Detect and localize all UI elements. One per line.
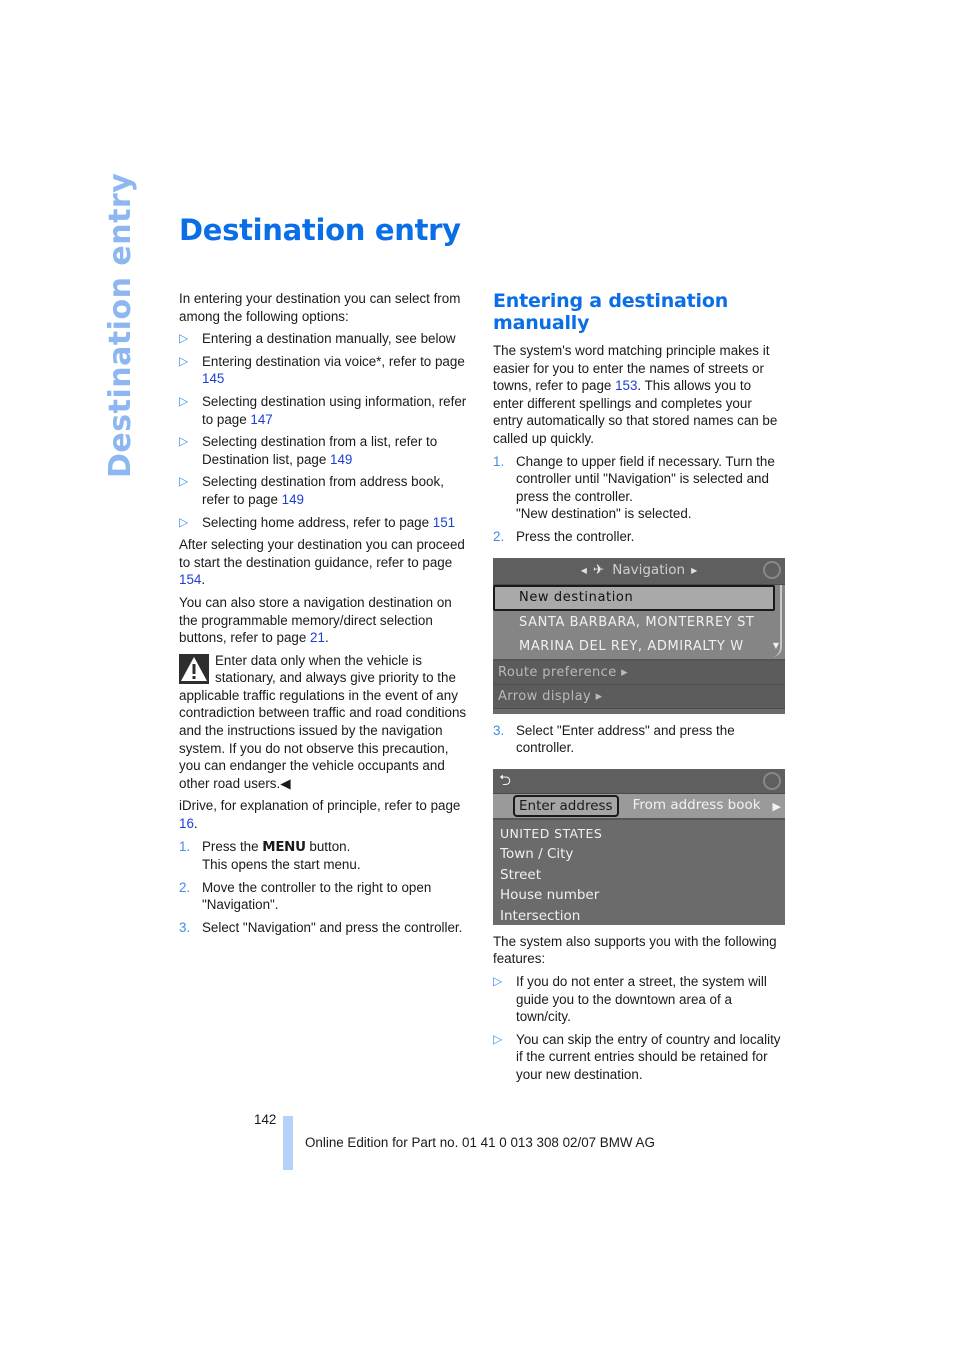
menu-item-recent-destination[interactable]: MARINA DEL REY, ADMIRALTY W xyxy=(493,635,785,659)
bullet-triangle-icon: ▷ xyxy=(493,1031,503,1046)
page-link[interactable]: 153 xyxy=(615,378,637,393)
menu-item-new-destination[interactable]: New destination xyxy=(493,584,775,611)
step-item: 1. Change to upper field if necessary. Tu… xyxy=(493,453,775,522)
address-field-list: UNITED STATES Town / City Street House n… xyxy=(493,820,785,927)
menu-item-recent-destination[interactable]: SANTA BARBARA, MONTERREY ST xyxy=(493,611,785,635)
menu-item-arrow-display[interactable]: Arrow display ▸ xyxy=(493,684,785,709)
menu-button-label: MENU xyxy=(262,839,306,855)
bullet-triangle-icon: ▷ xyxy=(179,331,189,346)
left-column: In entering your destination you can sel… xyxy=(179,290,471,942)
field-town-city[interactable]: Town / City xyxy=(500,844,785,865)
end-mark: ◀ xyxy=(280,775,291,791)
field-intersection[interactable]: Intersection xyxy=(500,906,785,927)
page-link[interactable]: 149 xyxy=(282,492,304,507)
option-item: ▷ Entering destination via voice*, refer … xyxy=(179,353,465,387)
side-section-tab: Destination entry xyxy=(103,172,138,478)
tab-bar: Enter address From address book ▶ xyxy=(493,793,785,820)
warning-note: Enter data only when the vehicle is stat… xyxy=(179,652,467,791)
satellite-icon: ✈ xyxy=(592,561,605,578)
screen-header: ⮌ xyxy=(493,768,785,794)
field-street[interactable]: Street xyxy=(500,865,785,886)
feature-item: ▷ You can skip the entry of country and l… xyxy=(493,1031,781,1082)
navigation-screen: ◀ ✈ Navigation ▶ New destination SANTA B… xyxy=(493,557,785,714)
footer-edition: Online Edition for Part no. 01 41 0 013 … xyxy=(305,1135,655,1150)
page-link[interactable]: 151 xyxy=(433,515,455,530)
guidance-paragraph: After selecting your destination you can… xyxy=(179,537,465,588)
step-item: 2. Move the controller to the right to op… xyxy=(179,879,432,913)
step-item: 3. Select "Navigation" and press the cont… xyxy=(179,920,463,935)
idrive-paragraph: iDrive, for explanation of principle, re… xyxy=(179,798,461,832)
option-item: ▷ Selecting destination from address book… xyxy=(179,474,444,507)
controller-icon xyxy=(763,560,781,579)
step-item: 3. Select "Enter address" and press the c… xyxy=(493,722,735,756)
page-link[interactable]: 16 xyxy=(179,816,194,831)
page-link[interactable]: 147 xyxy=(250,412,272,427)
tab-from-address-book[interactable]: From address book xyxy=(633,797,761,815)
scroll-down-icon: ▼ xyxy=(772,640,779,650)
page-link[interactable]: 21 xyxy=(310,630,325,645)
page-link[interactable]: 145 xyxy=(202,371,224,386)
bullet-triangle-icon: ▷ xyxy=(179,514,189,529)
screen-header-title: Navigation xyxy=(612,561,686,578)
bullet-triangle-icon: ▷ xyxy=(179,434,189,449)
option-item: ▷ Selecting destination using information… xyxy=(179,393,467,427)
controller-icon xyxy=(763,771,781,790)
features-intro: The system also supports you with the fo… xyxy=(493,933,777,967)
page-link[interactable]: 149 xyxy=(330,452,352,467)
right-column: Entering a destination manually The syst… xyxy=(493,290,785,1088)
step-item: 1. Press the MENU button. This opens the s… xyxy=(179,838,361,873)
page-title: Destination entry xyxy=(179,213,461,247)
page-number: 142 xyxy=(254,1112,277,1127)
intro-paragraph: In entering your destination you can sel… xyxy=(179,291,461,324)
bullet-triangle-icon: ▷ xyxy=(493,973,503,988)
bullet-triangle-icon: ▷ xyxy=(179,393,189,408)
store-paragraph: You can also store a navigation destinat… xyxy=(179,594,452,646)
bullet-triangle-icon: ▷ xyxy=(179,353,189,368)
step-item: 2. Press the controller. xyxy=(493,528,635,544)
screen-header: ◀ ✈ Navigation ▶ xyxy=(493,557,785,585)
next-tab-icon[interactable]: ▶ xyxy=(773,798,781,816)
warning-triangle-icon xyxy=(179,653,209,684)
footer-accent-bar xyxy=(283,1116,293,1170)
option-item: ▷ Selecting home address, refer to page 1… xyxy=(179,514,456,530)
option-item: ▷ Selecting destination from a list, refe… xyxy=(179,434,438,467)
field-house-number[interactable]: House number xyxy=(500,885,785,906)
intro-paragraph: The system's word matching principle mak… xyxy=(493,343,778,446)
page-link[interactable]: 154 xyxy=(179,572,201,587)
menu-item-route-preference[interactable]: Route preference ▸ xyxy=(493,660,785,685)
tab-enter-address[interactable]: Enter address xyxy=(513,794,619,817)
left-arrow-icon: ◀ xyxy=(580,565,587,575)
feature-item: ▷ If you do not enter a street, the syste… xyxy=(493,973,767,1025)
destination-list: New destination SANTA BARBARA, MONTERREY… xyxy=(493,584,785,661)
option-item: ▷ Entering a destination manually, see be… xyxy=(179,331,456,347)
section-heading: Entering a destination manually xyxy=(493,290,729,334)
bullet-triangle-icon: ▷ xyxy=(179,474,189,489)
address-entry-screen: ⮌ Enter address From address book ▶ UNIT… xyxy=(493,768,785,927)
right-arrow-icon: ▶ xyxy=(691,565,698,575)
back-icon[interactable]: ⮌ xyxy=(499,771,511,790)
field-country[interactable]: UNITED STATES xyxy=(500,824,785,845)
